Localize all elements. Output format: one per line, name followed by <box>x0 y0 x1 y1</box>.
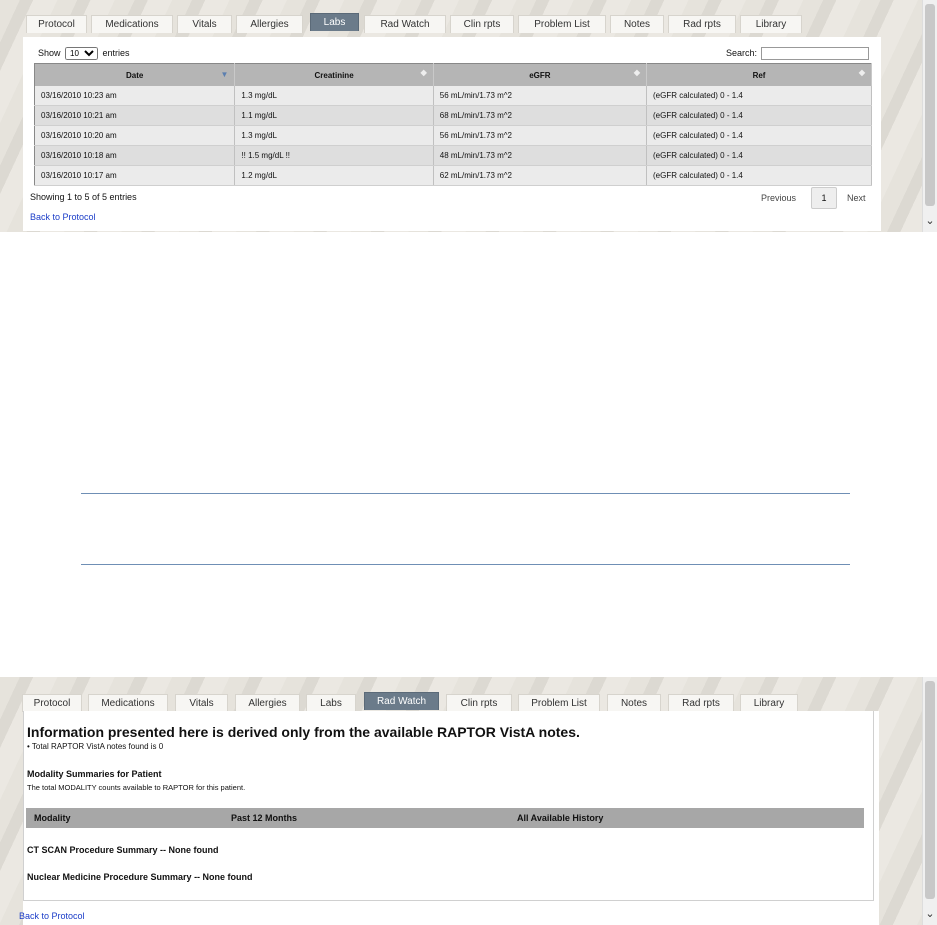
modality-table-header: Modality Past 12 Months All Available Hi… <box>26 808 864 828</box>
labs-scrollbar[interactable]: ⌄ <box>922 0 937 232</box>
table-row: 03/16/2010 10:23 am 1.3 mg/dL 56 mL/min/… <box>34 86 872 106</box>
tab-clin-rpts[interactable]: Clin rpts <box>450 15 514 33</box>
labs-table: Date ▼ Creatinine ◆ eGFR ◆ Ref ◆ 03/16/2010 … <box>34 63 872 186</box>
cell-creatinine: 1.2 mg/dL <box>234 165 434 186</box>
tab-notes[interactable]: Notes <box>610 15 664 33</box>
tab-labs[interactable]: Labs <box>306 694 356 712</box>
cell-creatinine: 1.1 mg/dL <box>234 105 434 126</box>
col-past-12-months: Past 12 Months <box>231 813 298 823</box>
pagination: Previous 1 Next <box>761 187 881 209</box>
labs-header-row: Date ▼ Creatinine ◆ eGFR ◆ Ref ◆ <box>34 63 872 86</box>
col-all-history: All Available History <box>517 813 604 823</box>
tab-labs[interactable]: Labs <box>310 13 359 31</box>
rad-scrollbar[interactable]: ⌄ <box>922 677 937 925</box>
modality-description: The total MODALITY counts available to R… <box>27 783 246 792</box>
tab-rad-rpts[interactable]: Rad rpts <box>668 694 734 712</box>
tab-protocol[interactable]: Protocol <box>22 694 82 712</box>
cell-ref: (eGFR calculated) 0 - 1.4 <box>646 145 872 166</box>
tab-medications[interactable]: Medications <box>91 15 173 33</box>
cell-creatinine: 1.3 mg/dL <box>234 86 434 106</box>
scroll-down-icon[interactable]: ⌄ <box>923 214 937 228</box>
cell-date: 03/16/2010 10:20 am <box>34 125 236 146</box>
cell-ref: (eGFR calculated) 0 - 1.4 <box>646 165 872 186</box>
show-label: Show <box>38 48 61 58</box>
col-date[interactable]: Date ▼ <box>34 63 236 86</box>
scroll-down-icon[interactable]: ⌄ <box>923 907 937 921</box>
entries-select[interactable]: 10 <box>65 47 99 60</box>
tab-notes[interactable]: Notes <box>607 694 661 712</box>
search-control: Search: <box>726 47 869 60</box>
cell-ref: (eGFR calculated) 0 - 1.4 <box>646 86 872 106</box>
tab-problem-list[interactable]: Problem List <box>518 694 600 712</box>
cell-creatinine: !! 1.5 mg/dL !! <box>234 145 434 166</box>
cell-date: 03/16/2010 10:17 am <box>34 165 236 186</box>
nuclear-medicine-summary: Nuclear Medicine Procedure Summary -- No… <box>27 872 253 882</box>
cell-date: 03/16/2010 10:18 am <box>34 145 236 166</box>
back-to-protocol-link[interactable]: Back to Protocol <box>30 212 96 222</box>
table-info: Showing 1 to 5 of 5 entries <box>30 192 137 202</box>
sort-desc-icon: ▼ <box>220 70 229 79</box>
search-input[interactable] <box>761 47 869 60</box>
tab-allergies[interactable]: Allergies <box>235 694 300 712</box>
table-row: 03/16/2010 10:18 am !! 1.5 mg/dL !! 48 m… <box>34 145 872 166</box>
tab-problem-list[interactable]: Problem List <box>518 15 606 33</box>
ct-scan-summary: CT SCAN Procedure Summary -- None found <box>27 845 219 855</box>
previous-button[interactable]: Previous <box>761 193 796 203</box>
col-egfr[interactable]: eGFR ◆ <box>433 63 648 86</box>
table-row: 03/16/2010 10:21 am 1.1 mg/dL 68 mL/min/… <box>34 105 872 126</box>
labs-content: Show 10 entries Search: Date ▼ Creatinine… <box>23 37 881 231</box>
rad-notes-total: • Total RAPTOR VistA notes found is 0 <box>27 742 164 751</box>
sort-icon: ◆ <box>633 68 641 77</box>
entries-label: entries <box>102 48 130 58</box>
tab-rad-rpts[interactable]: Rad rpts <box>668 15 736 33</box>
tab-rad-watch[interactable]: Rad Watch <box>364 15 446 33</box>
col-modality: Modality <box>34 813 71 823</box>
tab-library[interactable]: Library <box>740 15 802 33</box>
labs-panel: Protocol Medications Vitals Allergies La… <box>0 0 937 232</box>
cell-egfr: 56 mL/min/1.73 m^2 <box>433 86 648 106</box>
tab-rad-watch[interactable]: Rad Watch <box>364 692 439 710</box>
cell-egfr: 68 mL/min/1.73 m^2 <box>433 105 648 126</box>
rad-watch-content: Information presented here is derived on… <box>23 711 879 925</box>
col-ref[interactable]: Ref ◆ <box>646 63 872 86</box>
search-label: Search: <box>725 48 757 58</box>
scrollbar-thumb[interactable] <box>925 681 935 899</box>
cell-egfr: 56 mL/min/1.73 m^2 <box>433 125 648 146</box>
cell-date: 03/16/2010 10:23 am <box>34 86 236 106</box>
rad-info-title: Information presented here is derived on… <box>27 724 580 740</box>
page-1-button[interactable]: 1 <box>811 187 837 209</box>
divider-line <box>81 564 850 565</box>
scrollbar-thumb[interactable] <box>925 4 935 206</box>
table-row: 03/16/2010 10:17 am 1.2 mg/dL 62 mL/min/… <box>34 165 872 186</box>
sort-icon: ◆ <box>420 68 427 77</box>
modality-heading: Modality Summaries for Patient <box>27 769 162 779</box>
cell-ref: (eGFR calculated) 0 - 1.4 <box>646 105 872 126</box>
next-button[interactable]: Next <box>847 193 866 203</box>
cell-ref: (eGFR calculated) 0 - 1.4 <box>646 125 872 146</box>
divider-line <box>81 493 850 494</box>
col-creatinine[interactable]: Creatinine ◆ <box>234 63 434 86</box>
tab-protocol[interactable]: Protocol <box>26 15 87 33</box>
table-row: 03/16/2010 10:20 am 1.3 mg/dL 56 mL/min/… <box>34 125 872 146</box>
tab-vitals[interactable]: Vitals <box>177 15 232 33</box>
tab-vitals[interactable]: Vitals <box>175 694 228 712</box>
cell-date: 03/16/2010 10:21 am <box>34 105 236 126</box>
show-entries-control: Show 10 entries <box>38 47 130 60</box>
sort-icon: ◆ <box>858 68 865 77</box>
tab-medications[interactable]: Medications <box>88 694 168 712</box>
tab-library[interactable]: Library <box>740 694 798 712</box>
back-to-protocol-link[interactable]: Back to Protocol <box>19 911 85 921</box>
cell-egfr: 62 mL/min/1.73 m^2 <box>433 165 648 186</box>
cell-egfr: 48 mL/min/1.73 m^2 <box>433 145 648 166</box>
tab-clin-rpts[interactable]: Clin rpts <box>446 694 512 712</box>
tab-allergies[interactable]: Allergies <box>236 15 303 33</box>
cell-creatinine: 1.3 mg/dL <box>234 125 434 146</box>
